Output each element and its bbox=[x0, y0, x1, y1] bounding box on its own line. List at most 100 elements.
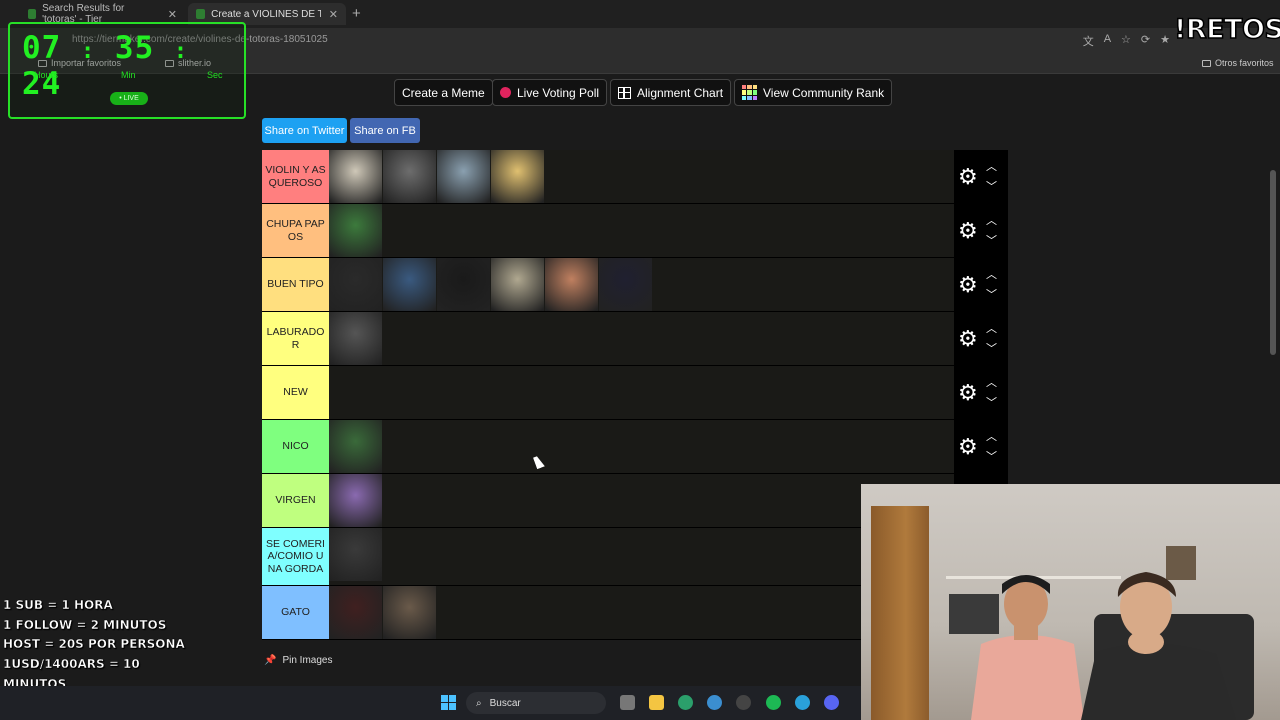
spotify-icon[interactable] bbox=[766, 695, 781, 710]
tier-image[interactable] bbox=[437, 150, 490, 203]
tier-items[interactable] bbox=[329, 312, 954, 365]
tier-items[interactable] bbox=[329, 366, 954, 419]
tier-image[interactable] bbox=[491, 258, 544, 311]
read-aloud-icon[interactable]: A bbox=[1104, 33, 1111, 49]
button-label: Share on Twitter bbox=[264, 124, 345, 137]
tier-row: VIOLIN Y ASQUEROSO ⚙ ︿ ﹀ bbox=[262, 150, 1008, 204]
webcam-person-left bbox=[971, 575, 1084, 720]
tier-image[interactable] bbox=[329, 150, 382, 203]
timer-hours: 07 bbox=[22, 30, 62, 66]
pin-icon: 📌 bbox=[264, 655, 277, 666]
button-label: Alignment Chart bbox=[637, 85, 724, 100]
button-label: Create a Meme bbox=[402, 85, 485, 100]
extensions-icon[interactable]: ⟳ bbox=[1141, 33, 1150, 49]
chevron-up-icon[interactable]: ︿ bbox=[986, 266, 997, 282]
tier-label[interactable]: NEW bbox=[262, 366, 329, 419]
tier-image[interactable] bbox=[329, 258, 382, 311]
chevron-up-icon[interactable]: ︿ bbox=[986, 158, 997, 174]
chevron-down-icon[interactable]: ﹀ bbox=[986, 286, 997, 302]
tier-controls: ⚙ ︿ ﹀ bbox=[954, 204, 1008, 257]
translate-icon[interactable]: 文 bbox=[1083, 33, 1094, 49]
tier-image[interactable] bbox=[329, 586, 382, 639]
chevron-down-icon[interactable]: ﹀ bbox=[986, 448, 997, 464]
tier-label[interactable]: BUEN TIPO bbox=[262, 258, 329, 311]
gear-icon[interactable]: ⚙ bbox=[958, 434, 978, 460]
gear-icon[interactable]: ⚙ bbox=[958, 218, 978, 244]
chevron-down-icon[interactable]: ﹀ bbox=[986, 178, 997, 194]
tier-image[interactable] bbox=[329, 420, 382, 473]
search-icon: ⌕ bbox=[476, 697, 482, 709]
alignment-chart-button[interactable]: Alignment Chart bbox=[610, 79, 732, 106]
tier-image[interactable] bbox=[545, 258, 598, 311]
page-scrollbar[interactable] bbox=[1270, 170, 1276, 355]
grid-icon bbox=[618, 86, 631, 99]
timer-separator: : bbox=[81, 39, 96, 64]
tier-items[interactable] bbox=[329, 258, 954, 311]
gear-icon[interactable]: ⚙ bbox=[958, 326, 978, 352]
favorite-star-icon[interactable]: ☆ bbox=[1121, 33, 1131, 49]
bookmark-label: Otros favoritos bbox=[1215, 58, 1274, 68]
record-dot-icon bbox=[500, 87, 511, 98]
tier-label[interactable]: VIRGEN bbox=[262, 474, 329, 527]
chevron-up-icon[interactable]: ︿ bbox=[986, 320, 997, 336]
tier-image[interactable] bbox=[437, 258, 490, 311]
live-voting-button[interactable]: Live Voting Poll bbox=[492, 79, 608, 106]
share-fb-button[interactable]: Share on FB bbox=[350, 118, 420, 143]
taskbar-search[interactable]: ⌕ Buscar bbox=[466, 692, 606, 714]
tier-controls: ⚙ ︿ ﹀ bbox=[954, 258, 1008, 311]
tier-image[interactable] bbox=[329, 204, 382, 257]
tier-label[interactable]: SE COMERIA/COMIO UNA GORDA bbox=[262, 528, 329, 585]
share-twitter-button[interactable]: Share on Twitter bbox=[262, 118, 347, 143]
telegram-icon[interactable] bbox=[795, 695, 810, 710]
other-bookmarks[interactable]: Otros favoritos bbox=[1202, 58, 1274, 68]
tier-image[interactable] bbox=[491, 150, 544, 203]
address-actions: 文 A ☆ ⟳ ★ bbox=[1083, 33, 1170, 49]
chevron-up-icon[interactable]: ︿ bbox=[986, 212, 997, 228]
tier-items[interactable] bbox=[329, 150, 954, 203]
create-meme-button[interactable]: Create a Meme bbox=[394, 79, 493, 106]
tier-label[interactable]: CHUPA PAPOS bbox=[262, 204, 329, 257]
chevron-down-icon[interactable]: ﹀ bbox=[986, 232, 997, 248]
favorites-icon[interactable]: ★ bbox=[1160, 33, 1170, 49]
search-placeholder: Buscar bbox=[489, 697, 521, 709]
tier-image[interactable] bbox=[329, 528, 382, 581]
tier-controls: ⚙ ︿ ﹀ bbox=[954, 366, 1008, 419]
tier-image[interactable] bbox=[383, 586, 436, 639]
timer-seconds-label: Sec bbox=[207, 70, 223, 80]
pin-images-label: Pin Images bbox=[282, 655, 333, 666]
button-label: Live Voting Poll bbox=[517, 85, 600, 100]
tier-label[interactable]: LABURADOR bbox=[262, 312, 329, 365]
chevron-down-icon[interactable]: ﹀ bbox=[986, 340, 997, 356]
discord-icon[interactable] bbox=[824, 695, 839, 710]
timer-hours-label: Hours bbox=[34, 70, 59, 80]
gear-icon[interactable]: ⚙ bbox=[958, 272, 978, 298]
chevron-up-icon[interactable]: ︿ bbox=[986, 374, 997, 390]
tier-row: LABURADOR ⚙ ︿ ﹀ bbox=[262, 312, 1008, 366]
pin-images-toggle[interactable]: 📌 Pin Images bbox=[264, 655, 332, 666]
tier-label[interactable]: GATO bbox=[262, 586, 329, 639]
tier-label[interactable]: NICO bbox=[262, 420, 329, 473]
close-tab-icon[interactable]: ✕ bbox=[329, 8, 338, 21]
tier-label[interactable]: VIOLIN Y ASQUEROSO bbox=[262, 150, 329, 203]
tier-image[interactable] bbox=[383, 150, 436, 203]
chevron-down-icon[interactable]: ﹀ bbox=[986, 394, 997, 410]
community-rank-button[interactable]: View Community Rank bbox=[734, 79, 893, 106]
tier-image[interactable] bbox=[329, 474, 382, 527]
tier-items[interactable] bbox=[329, 420, 954, 473]
button-label: View Community Rank bbox=[763, 85, 885, 100]
edge-beta-icon[interactable] bbox=[707, 695, 722, 710]
chevron-up-icon[interactable]: ︿ bbox=[986, 428, 997, 444]
tier-image[interactable] bbox=[329, 312, 382, 365]
gear-icon[interactable]: ⚙ bbox=[958, 164, 978, 190]
tier-image[interactable] bbox=[599, 258, 652, 311]
tier-items[interactable] bbox=[329, 204, 954, 257]
tier-image[interactable] bbox=[383, 258, 436, 311]
windows-start-icon[interactable] bbox=[441, 695, 456, 710]
new-tab-icon[interactable]: + bbox=[352, 5, 361, 22]
obs-icon[interactable] bbox=[736, 695, 751, 710]
gear-icon[interactable]: ⚙ bbox=[958, 380, 978, 406]
edge-icon[interactable] bbox=[678, 695, 693, 710]
task-view-icon[interactable] bbox=[620, 695, 635, 710]
close-tab-icon[interactable]: ✕ bbox=[168, 8, 177, 21]
file-explorer-icon[interactable] bbox=[649, 695, 664, 710]
